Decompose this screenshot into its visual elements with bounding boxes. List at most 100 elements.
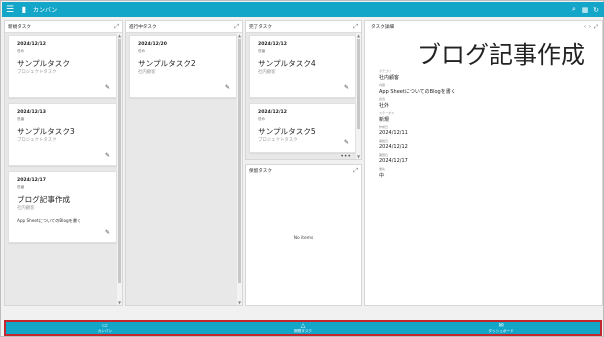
scrollbar-thumb[interactable]	[357, 39, 360, 129]
grid-icon[interactable]: ▦	[581, 5, 589, 14]
bottom-navigation: ▭ カンバン △ 期限タスク ✉ ダッシュボード	[4, 320, 602, 336]
detail-field-priority: 優先 中	[379, 167, 385, 179]
field-label: 内容	[379, 83, 386, 87]
detail-field-content: 内容 App SheetについてのBlogを書く	[379, 83, 456, 95]
detail-field-start: 開始日 2024/12/12	[379, 139, 408, 150]
field-label: カテゴリ	[379, 69, 392, 73]
task-card[interactable]: 2024/12/17 低番 ブログ記事作成 社内顧客 App Sheetについて…	[8, 171, 117, 243]
scrollbar[interactable]: ▲ ▼	[356, 33, 361, 159]
edit-icon[interactable]: ✎	[105, 229, 110, 236]
empty-message: No items	[293, 236, 314, 241]
search-icon[interactable]: ⌕	[570, 5, 578, 14]
scroll-up-icon[interactable]: ▲	[356, 33, 361, 38]
field-value: 中	[379, 173, 385, 179]
card-date: 2024/12/12	[258, 42, 287, 47]
card-name: サンプルタスク3	[17, 127, 75, 136]
expand-icon[interactable]: ⤢	[353, 167, 358, 175]
prev-icon[interactable]: ‹	[584, 24, 586, 30]
scrollbar[interactable]: ▲ ▼	[237, 33, 242, 305]
more-icon[interactable]: •••	[340, 153, 351, 159]
nav-label: 期限タスク	[294, 328, 312, 333]
column-body: 2024/12/12 低め サンプルタスク プロジェクトタスク ✎ 2024/1…	[5, 33, 122, 305]
card-status: 低番	[258, 49, 266, 53]
card-category: プロジェクトタスク	[17, 70, 57, 75]
field-label: 作成日	[379, 125, 389, 129]
field-value: 新規	[379, 117, 390, 123]
detail-field-assignee: 担当 社外	[379, 97, 389, 109]
edit-icon[interactable]: ✎	[344, 139, 349, 146]
detail-header: タスク詳細 ‹ › ⤢	[365, 21, 602, 33]
field-label: 担当	[379, 97, 386, 101]
next-icon[interactable]: ›	[589, 24, 591, 30]
field-value: 2024/12/11	[379, 130, 408, 136]
nav-dashboard[interactable]: ✉ ダッシュボード	[402, 322, 600, 334]
column-new: 新規タスク ⤢ 2024/12/12 低め サンプルタスク プロジェクトタスク …	[4, 20, 123, 306]
scroll-up-icon[interactable]: ▲	[117, 33, 122, 38]
nav-kanban[interactable]: ▭ カンバン	[6, 322, 204, 334]
card-description: App SheetについてのBlogを書く	[17, 218, 82, 223]
column-title: 保留タスク	[249, 169, 272, 174]
scroll-down-icon[interactable]: ▼	[117, 300, 122, 305]
card-category: プロジェクトタスク	[17, 138, 57, 143]
column-body: 2024/12/12 低番 サンプルタスク4 社内顧客 ✎ 2024/12/12…	[246, 33, 361, 159]
task-card[interactable]: 2024/12/12 低め サンプルタスク プロジェクトタスク ✎	[8, 35, 117, 98]
menu-icon[interactable]: ☰	[2, 2, 18, 17]
task-card[interactable]: 2024/12/20 低め サンプルタスク2 社内顧客 ✎	[129, 35, 237, 98]
nav-label: ダッシュボード	[488, 328, 514, 333]
card-date: 2024/12/13	[17, 110, 46, 115]
card-name: ブログ記事作成	[17, 195, 71, 204]
card-status: 低番	[17, 117, 25, 121]
card-name: サンプルタスク4	[258, 59, 316, 68]
field-label: ステータス	[379, 111, 395, 115]
edit-icon[interactable]: ✎	[225, 84, 230, 91]
detail-field-status: ステータス 新規	[379, 111, 394, 123]
task-card[interactable]: 2024/12/12 低め サンプルタスク5 プロジェクトタスク ✎	[249, 103, 356, 153]
expand-icon[interactable]: ⤢	[114, 23, 119, 31]
column-on-hold: 保留タスク ⤢ No items	[245, 164, 362, 306]
card-category: プロジェクトタスク	[258, 138, 298, 143]
card-status: 低番	[17, 185, 25, 189]
scrollbar-thumb[interactable]	[118, 39, 121, 283]
field-value: 社内顧客	[379, 75, 400, 81]
scrollbar[interactable]: ▲ ▼	[117, 33, 122, 305]
card-status: 低め	[138, 49, 146, 53]
card-date: 2024/12/12	[17, 42, 46, 47]
edit-icon[interactable]: ✎	[344, 84, 349, 91]
field-label: 優先	[379, 167, 386, 171]
refresh-icon[interactable]: ↻	[592, 5, 600, 14]
card-category: 社内顧客	[258, 70, 276, 75]
column-body: 2024/12/20 低め サンプルタスク2 社内顧客 ✎	[126, 33, 242, 305]
card-date: 2024/12/12	[258, 110, 287, 115]
scrollbar-thumb[interactable]	[238, 39, 241, 283]
scroll-down-icon[interactable]: ▼	[356, 154, 361, 159]
expand-icon[interactable]: ⤢	[594, 24, 598, 30]
card-category: 社内顧客	[17, 206, 35, 211]
card-date: 2024/12/20	[138, 42, 167, 47]
expand-icon[interactable]: ⤢	[353, 23, 358, 31]
card-date: 2024/12/17	[17, 178, 46, 183]
edit-icon[interactable]: ✎	[105, 84, 110, 91]
card-status: 低め	[258, 117, 266, 121]
nav-label: カンバン	[97, 328, 113, 333]
field-value: 2024/12/12	[379, 144, 408, 150]
clipboard-icon: ▮	[21, 5, 27, 14]
column-header: 保留タスク ⤢	[246, 165, 361, 177]
card-name: サンプルタスク2	[138, 59, 196, 68]
detail-title: ブログ記事作成	[417, 41, 585, 69]
column-title: 完了タスク	[249, 24, 272, 30]
header-actions: ⌕ ▦ ↻	[570, 5, 604, 14]
expand-icon[interactable]: ⤢	[234, 23, 239, 31]
detail-field-due: 期限日 2024/12/17	[379, 153, 408, 164]
column-title: 新規タスク	[8, 24, 31, 30]
column-header: 進行中タスク ⤢	[126, 21, 242, 33]
scroll-down-icon[interactable]: ▼	[237, 300, 242, 305]
kanban-board: 新規タスク ⤢ 2024/12/12 低め サンプルタスク プロジェクトタスク …	[4, 20, 603, 306]
detail-field-category: カテゴリ 社内顧客	[379, 69, 399, 81]
card-name: サンプルタスク5	[258, 127, 316, 136]
task-card[interactable]: 2024/12/13 低番 サンプルタスク3 プロジェクトタスク ✎	[8, 103, 117, 166]
field-value: 社外	[379, 103, 390, 109]
edit-icon[interactable]: ✎	[105, 152, 110, 159]
nav-deadline-tasks[interactable]: △ 期限タスク	[204, 322, 402, 334]
task-card[interactable]: 2024/12/12 低番 サンプルタスク4 社内顧客 ✎	[249, 35, 356, 98]
scroll-up-icon[interactable]: ▲	[237, 33, 242, 38]
